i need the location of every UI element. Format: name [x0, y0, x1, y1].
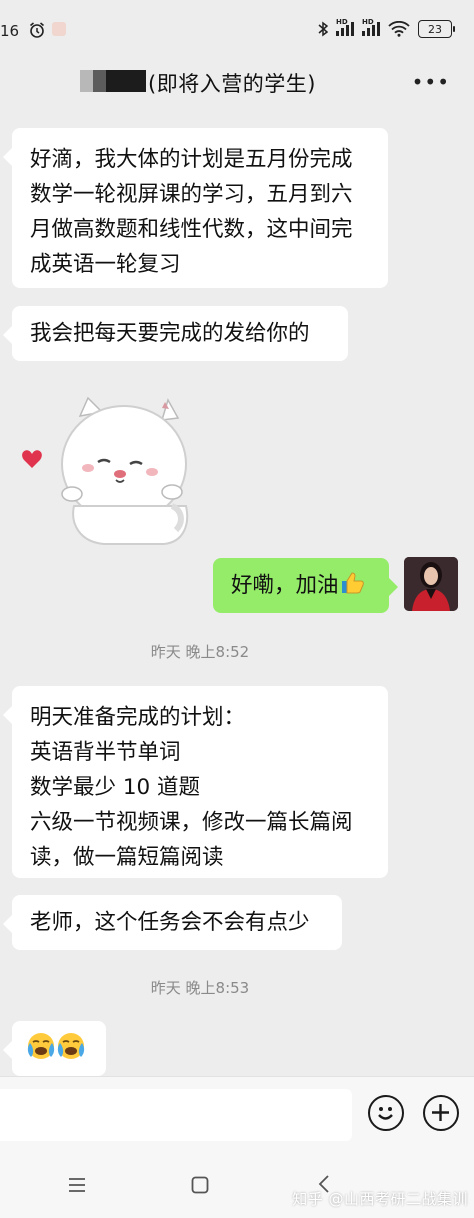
system-nav-bar: 知乎 @山西考研二战集训 [0, 1156, 474, 1218]
message-bubble-incoming[interactable]: 好滴，我大体的计划是五月份完成 数学一轮视屏课的学习，五月到六 月做高数题和线性… [3, 128, 388, 288]
message-line: 数学最少 10 道题 [30, 775, 201, 800]
timestamp: 昨天 晚上8:53 [150, 979, 250, 997]
plus-circle-icon[interactable] [423, 1095, 459, 1131]
loudly-crying-face-icon [27, 1033, 55, 1059]
menu-icon[interactable] [68, 1178, 86, 1192]
watermark: 知乎 @山西考研二战集训 [292, 1190, 468, 1208]
alarm-icon [29, 22, 45, 38]
loudly-crying-face-icon [57, 1033, 85, 1059]
more-options-button[interactable]: ••• [412, 70, 450, 94]
message-line: 月做高数题和线性代数，这中间完 [30, 217, 353, 242]
message-bubble-incoming[interactable] [3, 1021, 106, 1076]
message-text: 我会把每天要完成的发给你的 [30, 321, 310, 346]
redacted-name [80, 70, 147, 92]
message-bubble-incoming[interactable]: 我会把每天要完成的发给你的 [3, 306, 348, 361]
emoji-button-icon[interactable] [368, 1095, 404, 1131]
chat-header: (即将入营的学生) ••• [0, 62, 474, 112]
input-bar [0, 1076, 474, 1157]
message-line: 好滴，我大体的计划是五月份完成 [30, 147, 353, 172]
chat-title: (即将入营的学生) [148, 72, 316, 96]
message-line: 六级一节视频课，修改一篇长篇阅 [30, 810, 353, 835]
message-line: 明天准备完成的计划： [30, 705, 246, 730]
battery-level: 23 [428, 22, 442, 36]
signal-icon: HD [362, 18, 380, 36]
message-bubble-incoming[interactable]: 明天准备完成的计划： 英语背半节单词 数学最少 10 道题 六级一节视频课，修改… [3, 686, 388, 878]
heart-icon [22, 450, 42, 468]
status-time: 16 [0, 22, 20, 40]
battery-icon: 23 [418, 20, 455, 38]
thumbs-up-icon [341, 572, 364, 594]
timestamp: 昨天 晚上8:52 [150, 643, 250, 661]
message-text: 老师，这个任务会不会有点少 [30, 910, 310, 935]
user-avatar[interactable] [404, 557, 458, 611]
message-bubble-outgoing[interactable]: 好嘞，加油 [213, 558, 398, 613]
wifi-icon [388, 21, 410, 37]
status-bar: 16 HD HD 23 [0, 0, 474, 62]
home-square-icon[interactable] [191, 1176, 209, 1194]
cat-sticker[interactable] [12, 386, 192, 546]
message-line: 英语背半节单词 [30, 740, 181, 765]
bluetooth-icon [318, 21, 328, 37]
message-line: 成英语一轮复习 [30, 252, 181, 277]
message-line: 数学一轮视屏课的学习，五月到六 [30, 182, 353, 207]
notification-icon [52, 22, 66, 36]
message-line: 读，做一篇短篇阅读 [30, 845, 224, 870]
signal-icon: HD [336, 18, 354, 36]
message-text: 好嘞，加油 [231, 573, 339, 598]
message-bubble-incoming[interactable]: 老师，这个任务会不会有点少 [3, 895, 342, 950]
message-input[interactable] [0, 1089, 352, 1141]
